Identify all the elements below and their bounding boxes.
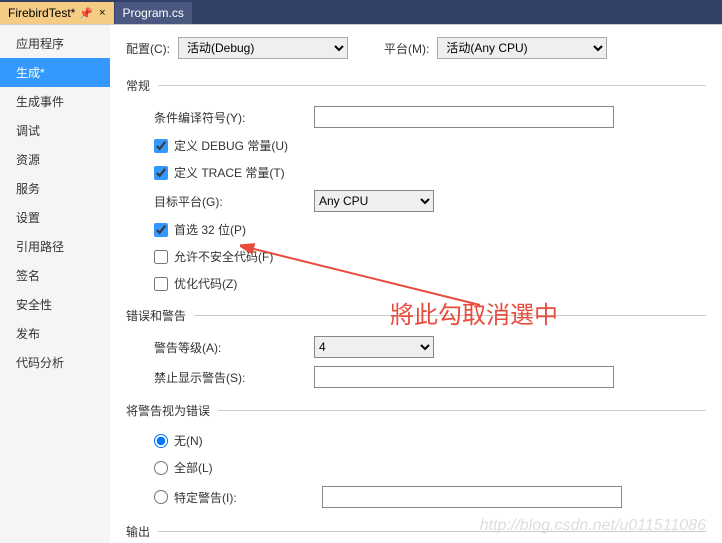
sidebar: 应用程序 生成* 生成事件 调试 资源 服务 设置 引用路径 签名 安全性 发布… — [0, 25, 110, 543]
row-treat-specific: 特定警告(I): — [126, 481, 706, 513]
sidebar-item-debug[interactable]: 调试 — [0, 116, 110, 145]
sidebar-item-build-events[interactable]: 生成事件 — [0, 87, 110, 116]
treat-all-radio[interactable] — [154, 461, 168, 475]
treat-none-label: 无(N) — [174, 432, 203, 449]
close-icon[interactable]: × — [99, 7, 105, 19]
define-trace-checkbox[interactable] — [154, 166, 168, 180]
content-pane: 配置(C): 活动(Debug) 平台(M): 活动(Any CPU) 常规 条… — [110, 25, 722, 543]
treat-none-radio[interactable] — [154, 434, 168, 448]
treat-specific-input[interactable] — [322, 486, 622, 508]
sidebar-item-build[interactable]: 生成* — [0, 58, 110, 87]
suppress-warnings-input[interactable] — [314, 366, 614, 388]
config-row: 配置(C): 活动(Debug) 平台(M): 活动(Any CPU) — [126, 37, 706, 59]
section-treat-as-error: 将警告视为错误 — [126, 402, 706, 419]
section-errors-warnings: 错误和警告 — [126, 307, 706, 324]
treat-specific-label: 特定警告(I): — [174, 489, 314, 506]
sidebar-item-settings[interactable]: 设置 — [0, 203, 110, 232]
prefer-32bit-checkbox[interactable] — [154, 223, 168, 237]
treat-all-label: 全部(L) — [174, 459, 213, 476]
row-define-trace: 定义 TRACE 常量(T) — [126, 159, 706, 186]
row-cond-symbols: 条件编译符号(Y): — [126, 102, 706, 132]
sidebar-item-security[interactable]: 安全性 — [0, 290, 110, 319]
sidebar-item-code-analysis[interactable]: 代码分析 — [0, 348, 110, 377]
main-container: 应用程序 生成* 生成事件 调试 资源 服务 设置 引用路径 签名 安全性 发布… — [0, 24, 722, 543]
row-optimize: 优化代码(Z) — [126, 270, 706, 297]
warning-level-label: 警告等级(A): — [154, 339, 314, 356]
config-select[interactable]: 活动(Debug) — [178, 37, 348, 59]
sidebar-item-services[interactable]: 服务 — [0, 174, 110, 203]
section-output: 输出 — [126, 523, 706, 540]
row-prefer-32bit: 首选 32 位(P) — [126, 216, 706, 243]
tab-label: FirebirdTest* — [8, 6, 75, 20]
tab-label: Program.cs — [123, 6, 184, 20]
sidebar-item-app[interactable]: 应用程序 — [0, 29, 110, 58]
pin-icon[interactable]: 📌 — [79, 7, 93, 20]
platform-label: 平台(M): — [384, 40, 429, 57]
cond-symbols-input[interactable] — [314, 106, 614, 128]
target-platform-select[interactable]: Any CPU — [314, 190, 434, 212]
row-suppress-warnings: 禁止显示警告(S): — [126, 362, 706, 392]
define-debug-label: 定义 DEBUG 常量(U) — [174, 137, 288, 154]
optimize-label: 优化代码(Z) — [174, 275, 237, 292]
section-general: 常规 — [126, 77, 706, 94]
suppress-warnings-label: 禁止显示警告(S): — [154, 369, 314, 386]
row-target-platform: 目标平台(G): Any CPU — [126, 186, 706, 216]
row-define-debug: 定义 DEBUG 常量(U) — [126, 132, 706, 159]
target-platform-label: 目标平台(G): — [154, 193, 314, 210]
row-treat-all: 全部(L) — [126, 454, 706, 481]
sidebar-item-resources[interactable]: 资源 — [0, 145, 110, 174]
row-treat-none: 无(N) — [126, 427, 706, 454]
warning-level-select[interactable]: 4 — [314, 336, 434, 358]
row-warning-level: 警告等级(A): 4 — [126, 332, 706, 362]
sidebar-item-refpaths[interactable]: 引用路径 — [0, 232, 110, 261]
tab-program-cs[interactable]: Program.cs — [115, 2, 192, 24]
tab-bar: FirebirdTest* 📌 × Program.cs — [0, 0, 722, 24]
cond-symbols-label: 条件编译符号(Y): — [154, 109, 314, 126]
optimize-checkbox[interactable] — [154, 277, 168, 291]
row-allow-unsafe: 允许不安全代码(F) — [126, 243, 706, 270]
allow-unsafe-checkbox[interactable] — [154, 250, 168, 264]
treat-specific-radio[interactable] — [154, 490, 168, 504]
sidebar-item-signing[interactable]: 签名 — [0, 261, 110, 290]
define-trace-label: 定义 TRACE 常量(T) — [174, 164, 285, 181]
tab-firebird-test[interactable]: FirebirdTest* 📌 × — [0, 2, 114, 24]
prefer-32bit-label: 首选 32 位(P) — [174, 221, 246, 238]
config-label: 配置(C): — [126, 40, 170, 57]
sidebar-item-publish[interactable]: 发布 — [0, 319, 110, 348]
allow-unsafe-label: 允许不安全代码(F) — [174, 248, 273, 265]
platform-select[interactable]: 活动(Any CPU) — [437, 37, 607, 59]
define-debug-checkbox[interactable] — [154, 139, 168, 153]
